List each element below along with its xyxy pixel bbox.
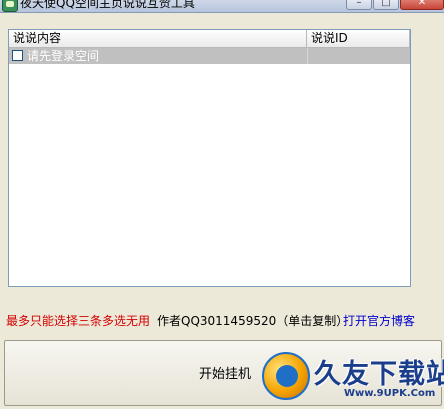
- column-header-id[interactable]: 说说ID: [307, 30, 410, 47]
- close-button[interactable]: ✕: [400, 0, 444, 10]
- row-checkbox[interactable]: [12, 50, 23, 61]
- list-header: 说说内容 说说ID: [9, 30, 410, 48]
- title-bar: 夜天使QQ空间主页说说互赞工具 – □ ✕: [0, 0, 444, 13]
- window-controls: – □ ✕: [345, 0, 444, 11]
- row-content-text: 请先登录空间: [27, 49, 100, 63]
- row-content-cell[interactable]: 请先登录空间: [9, 48, 307, 64]
- minimize-button[interactable]: –: [346, 0, 372, 10]
- watermark-logo-icon: [262, 352, 310, 400]
- shuoshuo-list[interactable]: 说说内容 说说ID 请先登录空间: [8, 29, 411, 287]
- author-qq-link[interactable]: 作者QQ3011459520（单击复制）: [157, 312, 348, 329]
- watermark-url: Www.9UPK.Com: [344, 388, 436, 399]
- column-header-content[interactable]: 说说内容: [9, 30, 307, 47]
- selection-warning: 最多只能选择三条多选无用: [6, 314, 151, 328]
- site-watermark: 久友下载站 Www.9UPK.Com: [262, 350, 444, 406]
- watermark-title: 久友下载站: [314, 359, 444, 390]
- list-row[interactable]: 请先登录空间: [9, 48, 410, 64]
- row-id-cell[interactable]: [307, 48, 410, 64]
- maximize-button[interactable]: □: [373, 0, 399, 10]
- app-icon: [2, 0, 18, 12]
- official-blog-link[interactable]: 打开官方博客: [343, 312, 415, 329]
- window-title: 夜天使QQ空间主页说说互赞工具: [20, 0, 195, 10]
- start-button-label: 开始挂机: [199, 367, 252, 382]
